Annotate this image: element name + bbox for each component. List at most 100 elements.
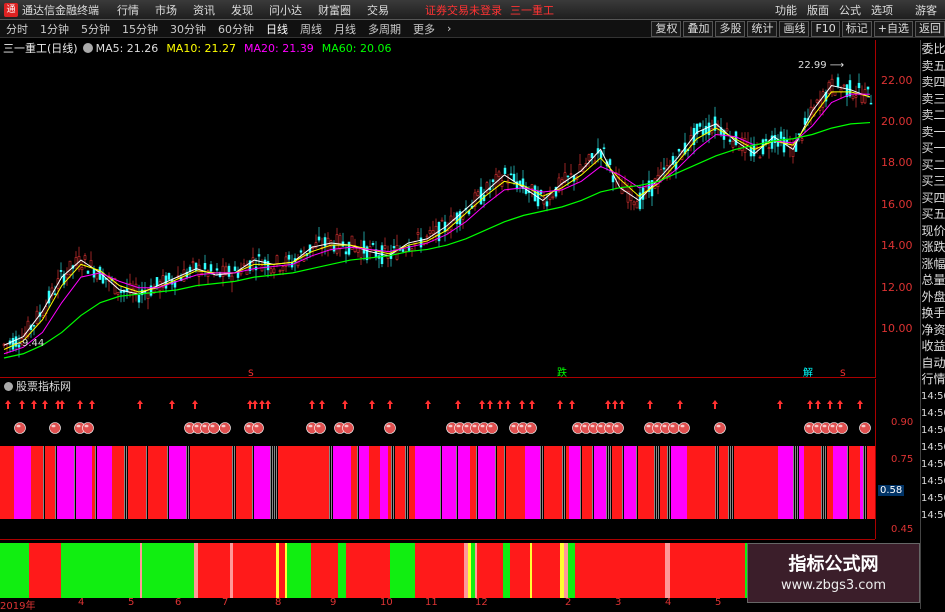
candlestick bbox=[308, 244, 312, 258]
menu-item-zixun[interactable]: 资讯 bbox=[193, 2, 215, 18]
menu-item-wenxiaoda[interactable]: 问小达 bbox=[269, 2, 302, 18]
candlestick bbox=[284, 252, 288, 273]
period-fenshi[interactable]: 分时 bbox=[4, 21, 30, 37]
side-panel-item[interactable]: 涨跌 bbox=[921, 240, 945, 255]
menu-item-gongneng[interactable]: 功能 bbox=[775, 2, 797, 18]
period-multi[interactable]: 多周期 bbox=[366, 21, 403, 37]
date-tick: 5 bbox=[715, 597, 722, 608]
candlestick bbox=[335, 227, 339, 256]
candlestick bbox=[137, 284, 141, 309]
side-panel-item[interactable]: 外盘 bbox=[921, 290, 945, 305]
candlestick bbox=[692, 123, 696, 155]
side-panel-item[interactable]: 总量 bbox=[921, 273, 945, 288]
side-panel-item[interactable]: 现价 bbox=[921, 224, 945, 239]
indicator-band-stripe bbox=[126, 446, 127, 519]
candlestick bbox=[596, 138, 600, 163]
period-5min[interactable]: 5分钟 bbox=[79, 21, 112, 37]
up-arrow-icon bbox=[647, 400, 653, 409]
side-panel-item[interactable]: 自动 bbox=[921, 356, 945, 371]
candlestick bbox=[710, 119, 714, 136]
price-chart[interactable]: 22.99 ⟶ —9.44 跌 解 S S bbox=[0, 40, 875, 378]
indicator-band-stripe bbox=[190, 446, 193, 519]
indicator-band-stripe bbox=[804, 446, 821, 519]
side-panel-item[interactable]: 委比 bbox=[921, 42, 945, 57]
signal-ball-icon bbox=[82, 422, 94, 434]
menu-item-jiaoyi[interactable]: 交易 bbox=[367, 2, 389, 18]
side-panel-item[interactable]: 买四 bbox=[921, 191, 945, 206]
f10-button[interactable]: F10 bbox=[811, 21, 840, 37]
overlay-button[interactable]: 叠加 bbox=[683, 21, 714, 37]
period-monthly[interactable]: 月线 bbox=[332, 21, 358, 37]
date-tick: 2019年 bbox=[0, 601, 36, 612]
period-15min[interactable]: 15分钟 bbox=[120, 21, 160, 37]
side-panel-item[interactable]: 14:50 bbox=[921, 406, 945, 421]
candlestick bbox=[440, 217, 444, 222]
period-60min[interactable]: 60分钟 bbox=[216, 21, 256, 37]
indicator-band-stripe bbox=[730, 446, 731, 519]
statistics-button[interactable]: 统计 bbox=[747, 21, 778, 37]
side-panel-item[interactable]: 14:50 bbox=[921, 457, 945, 472]
side-panel-item[interactable]: 14:50 bbox=[921, 474, 945, 489]
side-panel-item[interactable]: 卖二 bbox=[921, 108, 945, 123]
add-watchlist-button[interactable]: +自选 bbox=[873, 21, 913, 37]
period-weekly[interactable]: 周线 bbox=[298, 21, 324, 37]
candlestick bbox=[8, 337, 12, 353]
indicator-band-stripe bbox=[476, 446, 477, 519]
indicator-band-stripe bbox=[566, 446, 569, 519]
side-panel-item[interactable]: 卖三 bbox=[921, 92, 945, 107]
period-daily[interactable]: 日线 bbox=[264, 21, 290, 37]
guest-user[interactable]: 游客 bbox=[915, 2, 937, 18]
period-30min[interactable]: 30分钟 bbox=[168, 21, 208, 37]
indicator-band-stripe bbox=[582, 446, 592, 519]
multi-stock-button[interactable]: 多股 bbox=[715, 21, 746, 37]
candlestick bbox=[62, 270, 66, 289]
side-panel-item[interactable]: 买三 bbox=[921, 174, 945, 189]
side-panel-item[interactable]: 买二 bbox=[921, 158, 945, 173]
side-panel-item[interactable]: 买一 bbox=[921, 141, 945, 156]
trade-login-status[interactable]: 证券交易未登录 bbox=[425, 2, 502, 18]
menu-item-hangqing[interactable]: 行情 bbox=[117, 2, 139, 18]
date-tick: 6 bbox=[175, 597, 182, 608]
date-tick: 8 bbox=[275, 597, 282, 608]
mark-button[interactable]: 标记 bbox=[841, 21, 872, 37]
side-panel-item[interactable]: 涨幅 bbox=[921, 257, 945, 272]
side-panel-item[interactable]: 换手 bbox=[921, 306, 945, 321]
side-panel-item[interactable]: 收益 bbox=[921, 339, 945, 354]
indicator-band-stripe bbox=[863, 446, 864, 519]
period-more[interactable]: 更多 bbox=[411, 21, 437, 37]
menu-item-banmian[interactable]: 版面 bbox=[807, 2, 829, 18]
fuquan-button[interactable]: 复权 bbox=[651, 21, 682, 37]
side-panel-item[interactable]: 14:50 bbox=[921, 389, 945, 404]
menu-item-xuanxiang[interactable]: 选项 bbox=[871, 2, 893, 18]
side-panel-item[interactable]: 卖四 bbox=[921, 75, 945, 90]
indicator-band-stripe bbox=[849, 446, 854, 519]
chevron-right-icon[interactable]: › bbox=[445, 22, 453, 35]
side-panel-item[interactable]: 买五 bbox=[921, 207, 945, 222]
indicator-band-stripe bbox=[55, 446, 56, 519]
indicator-chart[interactable] bbox=[0, 393, 875, 540]
menu-item-caifuquan[interactable]: 财富圈 bbox=[318, 2, 351, 18]
indicator-band-stripe bbox=[339, 446, 351, 519]
candlestick bbox=[296, 253, 300, 269]
side-panel-item[interactable]: 净资 bbox=[921, 323, 945, 338]
candlestick bbox=[59, 262, 63, 279]
color-band-segment bbox=[415, 543, 443, 598]
menu-item-faxian[interactable]: 发现 bbox=[231, 2, 253, 18]
period-1min[interactable]: 1分钟 bbox=[38, 21, 71, 37]
back-button[interactable]: 返回 bbox=[915, 21, 945, 37]
draw-line-button[interactable]: 画线 bbox=[779, 21, 810, 37]
settings-circle-icon[interactable] bbox=[82, 43, 93, 53]
candlestick bbox=[503, 164, 507, 176]
indicator-settings-icon[interactable] bbox=[4, 381, 13, 391]
side-panel-item[interactable]: 卖五 bbox=[921, 59, 945, 74]
color-band-segment bbox=[670, 543, 680, 598]
indicator-band-stripe bbox=[854, 446, 860, 519]
side-panel-item[interactable]: 卖一 bbox=[921, 125, 945, 140]
side-panel-item[interactable]: 14:50 bbox=[921, 508, 945, 523]
menu-item-shichang[interactable]: 市场 bbox=[155, 2, 177, 18]
side-panel-item[interactable]: 14:50 bbox=[921, 491, 945, 506]
side-panel-item[interactable]: 14:50 bbox=[921, 423, 945, 438]
side-panel-item[interactable]: 14:50 bbox=[921, 440, 945, 455]
menu-item-gongshi[interactable]: 公式 bbox=[839, 2, 861, 18]
side-panel-item[interactable]: 行情 bbox=[921, 372, 945, 387]
